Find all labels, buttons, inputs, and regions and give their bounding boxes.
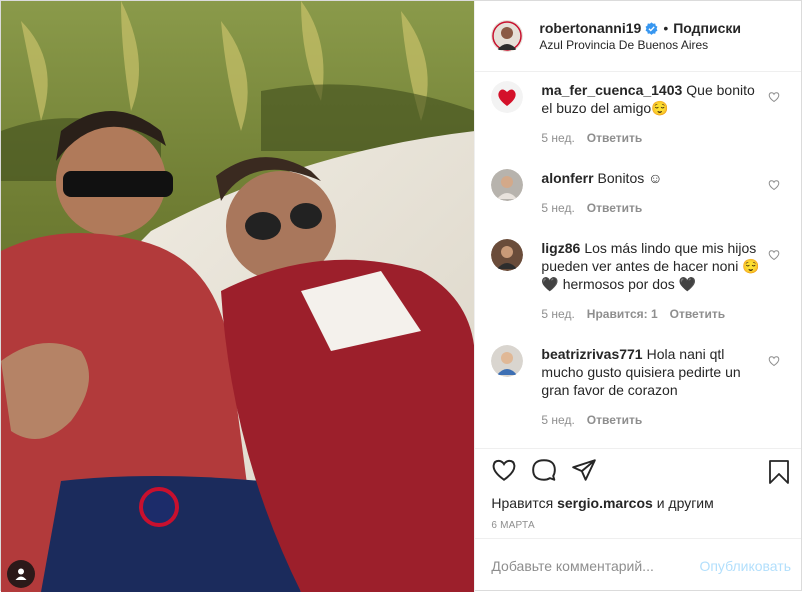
commenter-avatar[interactable]: [491, 81, 524, 113]
instagram-post: robertonanni19 • Подписки Azul Provincia…: [0, 0, 802, 592]
comment-item: ma_fer_cuenca_1403 Que bonito el buzo del…: [491, 81, 786, 145]
reply-button[interactable]: Ответить: [587, 413, 642, 427]
post-header: robertonanni19 • Подписки Azul Provincia…: [475, 1, 801, 72]
post-photo[interactable]: [1, 1, 475, 592]
separator-dot: •: [663, 20, 669, 36]
commenter-avatar-image: [491, 345, 524, 377]
photo-illustration: [1, 1, 475, 592]
reply-button[interactable]: Ответить: [587, 201, 642, 215]
commenter-username[interactable]: ligz86: [541, 240, 580, 256]
post-actions-section: Нравится sergio.marcos и другим 6 марта …: [475, 448, 801, 592]
bookmark-icon[interactable]: [767, 459, 791, 485]
author-avatar-image: [491, 20, 524, 52]
comment-likes[interactable]: Нравится: 1: [587, 307, 658, 321]
verified-badge-icon: [645, 21, 658, 35]
post-details-panel: robertonanni19 • Подписки Azul Provincia…: [474, 1, 801, 592]
commenter-avatar[interactable]: [491, 239, 524, 271]
comment-time[interactable]: 5 нед.: [541, 131, 574, 145]
heart-avatar-image: [491, 81, 524, 113]
comment-item: alonferr Bonitos ☺ 5 нед. Ответить: [491, 169, 786, 215]
liker-username[interactable]: sergio.marcos: [557, 495, 653, 511]
commenter-avatar[interactable]: [491, 345, 524, 377]
reply-button[interactable]: Ответить: [670, 307, 725, 321]
user-tag-icon: [15, 568, 27, 580]
share-icon[interactable]: [571, 457, 597, 483]
post-location[interactable]: Azul Provincia De Buenos Aires: [539, 38, 741, 52]
comment-time[interactable]: 5 нед.: [541, 307, 574, 321]
comments-list: ma_fer_cuenca_1403 Que bonito el buzo del…: [475, 72, 801, 448]
tag-people-button[interactable]: [7, 560, 35, 588]
add-comment-bar: Опубликовать: [475, 538, 801, 592]
following-button[interactable]: Подписки: [673, 20, 741, 36]
comment-item: beatrizrivas771 Hola nani qtl mucho gusto…: [491, 345, 786, 427]
comment-item: ligz86 Los más lindo que mis hijos pueden…: [491, 239, 786, 321]
action-bar: [491, 457, 597, 483]
commenter-username[interactable]: alonferr: [541, 170, 593, 186]
commenter-avatar[interactable]: [491, 169, 524, 201]
comment-text: Bonitos ☺: [597, 170, 663, 186]
commenter-username[interactable]: ma_fer_cuenca_1403: [541, 82, 682, 98]
author-username[interactable]: robertonanni19: [539, 20, 641, 36]
heart-icon[interactable]: [768, 355, 780, 367]
post-date[interactable]: 6 марта: [491, 520, 534, 531]
likes-suffix[interactable]: и другим: [657, 495, 714, 511]
comment-input[interactable]: [491, 557, 700, 574]
comment-icon[interactable]: [531, 457, 557, 483]
reply-button[interactable]: Ответить: [587, 131, 642, 145]
comment-time[interactable]: 5 нед.: [541, 201, 574, 215]
author-avatar[interactable]: [491, 20, 524, 52]
heart-icon[interactable]: [768, 91, 780, 103]
likes-summary: Нравится sergio.marcos и другим: [491, 495, 713, 511]
likes-prefix: Нравится: [491, 495, 554, 511]
heart-icon[interactable]: [768, 249, 780, 261]
publish-button[interactable]: Опубликовать: [699, 558, 791, 574]
heart-icon[interactable]: [491, 457, 517, 483]
comment-time[interactable]: 5 нед.: [541, 413, 574, 427]
heart-icon[interactable]: [768, 179, 780, 191]
commenter-avatar-image: [491, 239, 524, 271]
commenter-avatar-image: [491, 169, 524, 201]
commenter-username[interactable]: beatrizrivas771: [541, 346, 642, 362]
